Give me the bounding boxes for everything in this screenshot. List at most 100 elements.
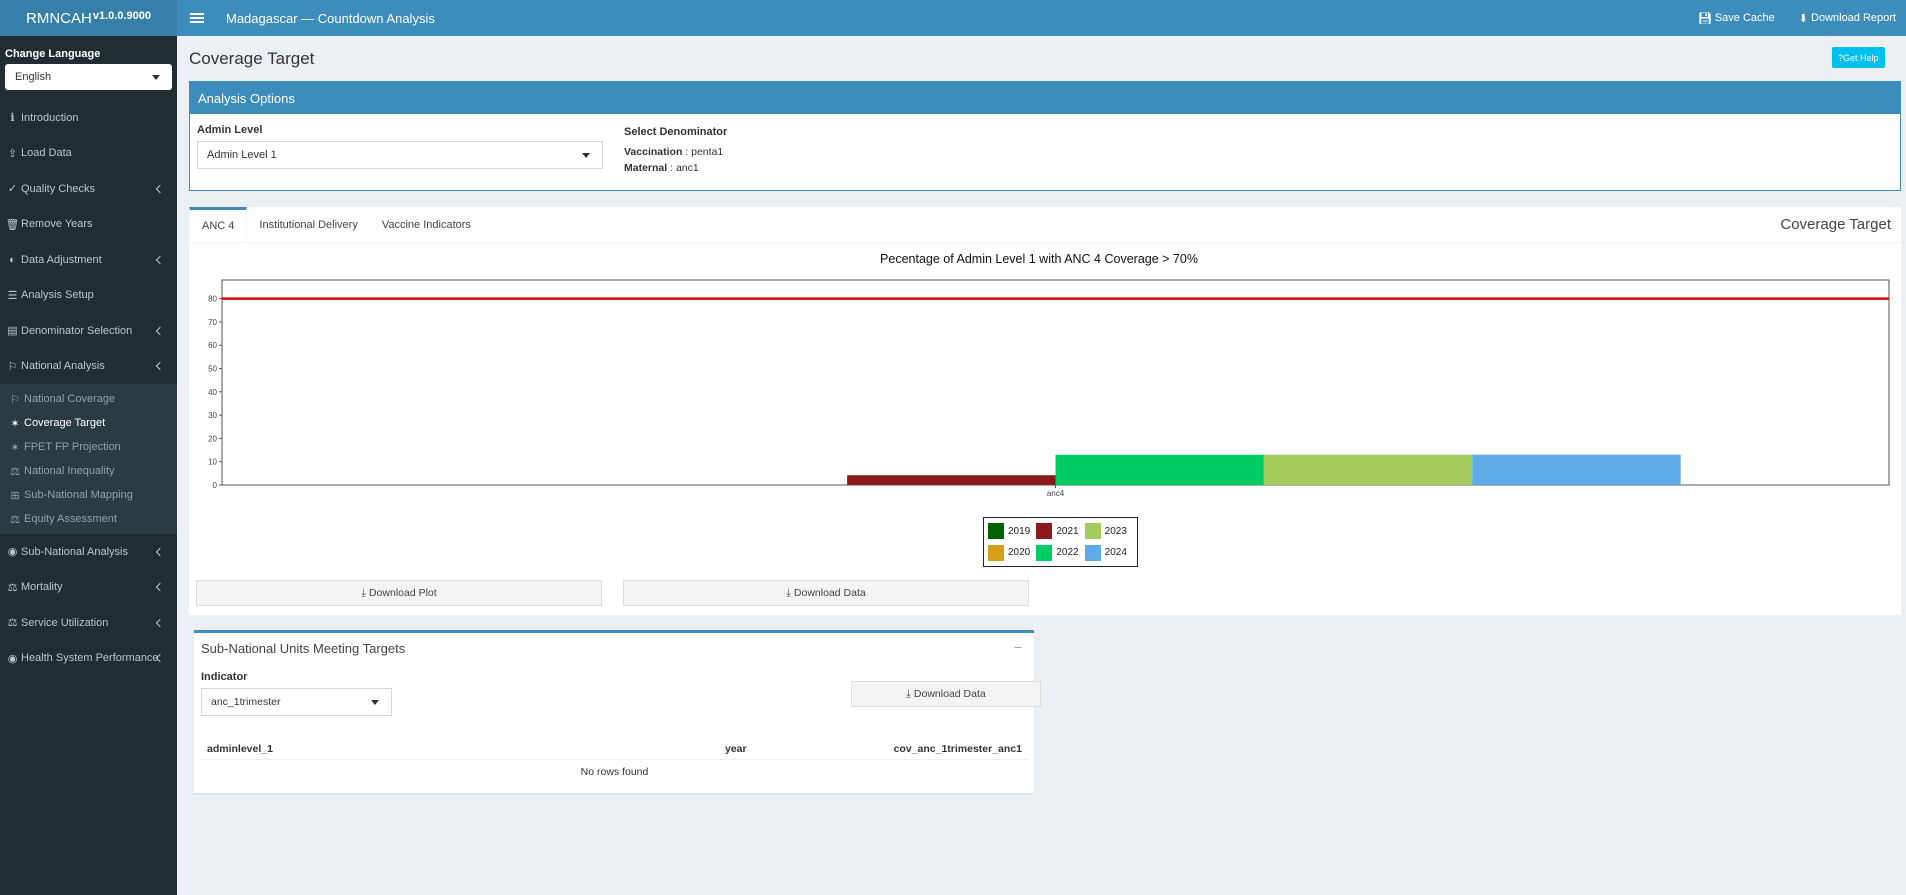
language-value: English [15,71,52,83]
tab-institutional-delivery[interactable]: Institutional Delivery [247,207,369,242]
y-tick-label: 40 [208,388,217,397]
map-icon: ⊞ [10,489,20,502]
sidebar-item-health-system-performance[interactable]: ◉ Health System Performance [0,641,177,677]
admin-level-select[interactable]: Admin Level 1 [197,141,603,169]
balance-icon: ⚖ [7,581,18,594]
sidebar-subitem-equity-assessment[interactable]: ⚖ Equity Assessment [0,507,177,531]
save-cache-button[interactable]: 💾︎ Save Cache [1698,12,1775,25]
chevron-left-icon [155,362,165,371]
y-tick-label: 80 [208,295,217,304]
y-tick-label: 60 [208,341,217,350]
vaccination-value: penta1 [691,146,724,158]
y-tick-label: 70 [208,318,217,327]
sidebar-item-load-data[interactable]: ⇪ Load Data [0,136,177,172]
download-icon: ⤓ [361,586,366,599]
language-label: Change Language [5,48,101,60]
sidebar-subitem-label: National Coverage [24,393,116,405]
brand-logo[interactable]: RMNCAH v1.0.0.9000 [0,0,177,36]
sidebar-item-label: Remove Years [21,218,93,231]
sidebar-item-denominator-selection[interactable]: ▤ Denominator Selection [0,313,177,349]
tab-vaccine-indicators[interactable]: Vaccine Indicators [370,207,483,242]
page-title: Coverage Target [189,49,315,68]
y-tick-label: 50 [208,365,217,374]
language-select[interactable]: English [5,64,172,90]
sidebar-item-label: Denominator Selection [21,324,133,337]
sidebar-subitem-sub-national-mapping[interactable]: ⊞ Sub-National Mapping [0,483,177,507]
app-title: Madagascar — Countdown Analysis [226,10,435,26]
download-plot-button[interactable]: ⤓ Download Plot [196,580,602,606]
sidebar-item-remove-years[interactable]: 🗑 Remove Years [0,207,177,243]
indicator-label: Indicator [201,671,248,683]
coverage-chart: 0 10 20 30 40 50 60 70 80 anc4 [208,279,1890,498]
sliders-icon: ☰ [7,289,18,302]
bar-2023 [1263,454,1473,485]
legend-item: 2019 [988,523,1036,540]
trash-icon: 🗑 [5,218,20,231]
column-header[interactable]: year [725,743,747,755]
indicator-value: anc_1trimester [211,696,281,708]
legend-label: 2021 [1056,525,1079,537]
sidebar-subitem-fpet-fp-projection[interactable]: ✶ FPET FP Projection [0,435,177,459]
legend-swatch [1084,544,1101,561]
adjust-icon: ◐ [9,253,16,266]
sidebar-subitem-coverage-target[interactable]: ✶ Coverage Target [0,411,177,435]
chevron-left-icon [155,326,165,335]
balance-icon: ⚖ [10,465,20,478]
legend-swatch [988,544,1004,561]
sidebar-item-service-utilization[interactable]: ⚖ Service Utilization [0,605,177,641]
sidebar-item-label: Mortality [21,581,63,594]
download-icon: ⬇ [1798,12,1808,25]
sidebar-menu: ℹ Introduction ⇪ Load Data ✓ Quality Checks 🗑 R… [0,100,177,676]
flag-icon: ⚐ [7,360,18,373]
indicator-select[interactable]: anc_1trimester [201,688,392,716]
sidebar-item-data-adjustment[interactable]: ◐ Data Adjustment [0,242,177,278]
legend-label: 2019 [1008,525,1031,537]
y-tick-label: 30 [208,411,217,420]
column-header[interactable]: cov_anc_1trimester_anc1 [894,743,1022,755]
chevron-left-icon [155,255,165,264]
sidebar-subitem-label: Sub-National Mapping [24,489,133,501]
sidebar-subitem-label: National Inequality [24,465,115,477]
bar-2022 [1055,454,1264,485]
download-data-label: Download Data [793,587,866,599]
download-icon: ⤓ [906,687,911,700]
maternal-label: Maternal [624,162,668,174]
chevron-left-icon [155,583,165,592]
sidebar-subitem-national-coverage[interactable]: ⚐ National Coverage [0,387,177,411]
tab-anc4[interactable]: ANC 4 [189,207,248,242]
legend-label: 2023 [1104,525,1127,537]
sidebar-item-national-analysis[interactable]: ⚐ National Analysis [0,349,177,385]
maternal-value: anc1 [675,162,699,174]
download-report-button[interactable]: ⬇ Download Report [1799,12,1896,25]
user-icon: ✶ [10,441,20,454]
sidebar-subitem-label: Coverage Target [24,417,106,429]
hamburger-icon[interactable] [190,13,204,23]
sidebar-item-label: Analysis Setup [21,289,94,302]
column-header[interactable]: adminlevel_1 [207,743,273,755]
legend-item: 2024 [1084,544,1133,562]
sidebar-item-quality-checks[interactable]: ✓ Quality Checks [0,171,177,207]
y-tick-label: 10 [208,458,217,467]
sidebar-item-mortality[interactable]: ⚖ Mortality [0,570,177,606]
caret-down-icon [582,152,590,158]
collapse-icon[interactable]: − [1014,639,1022,655]
download-icon: ⤓ [786,586,791,599]
bar-2024 [1472,454,1681,485]
sidebar-subitem-national-inequality[interactable]: ⚖ National Inequality [0,459,177,483]
vaccination-label: Vaccination [624,146,683,158]
tab-bar: ANC 4 Institutional Delivery Vaccine Ind… [189,207,1901,243]
subnational-download-data-button[interactable]: ⤓ Download Data [851,681,1041,707]
sidebar-item-introduction[interactable]: ℹ Introduction [0,100,177,136]
sidebar-item-analysis-setup[interactable]: ☰ Analysis Setup [0,278,177,314]
get-help-button[interactable]: ? Get Help [1832,47,1885,68]
globe-icon: ◉ [7,546,18,559]
download-data-button[interactable]: ⤓ Download Data [623,580,1029,606]
sidebar-item-label: Data Adjustment [21,253,102,266]
legend-swatch [1084,523,1101,540]
download-report-label: Download Report [1811,12,1896,24]
sidebar-item-label: Introduction [21,111,79,124]
sidebar-item-sub-national-analysis[interactable]: ◉ Sub-National Analysis [0,534,177,570]
sidebar-item-label: Load Data [21,147,72,160]
globe-icon: ◉ [7,652,18,665]
legend-item: 2022 [1036,544,1084,562]
